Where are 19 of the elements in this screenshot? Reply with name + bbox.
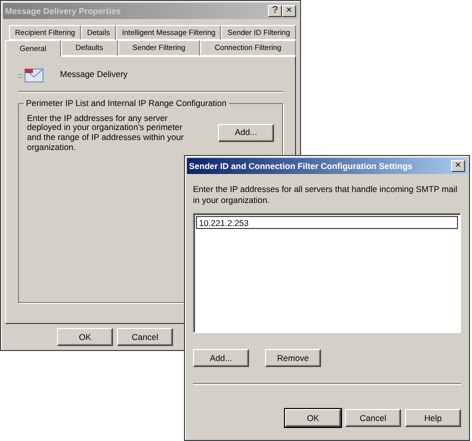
close-button[interactable]: × bbox=[282, 5, 296, 17]
list-entry-field[interactable]: 10.221.2.253 bbox=[196, 216, 458, 230]
dialog-button[interactable]: Help bbox=[405, 409, 461, 428]
window-title: Message Delivery Properties bbox=[5, 4, 121, 18]
window-title: Sender ID and Connection Filter Configuration Settings bbox=[189, 160, 412, 172]
group-description: Enter the IP addresses for any server deployed in your organization’s perimeter and the range of IP addresses within your organization. bbox=[27, 114, 185, 153]
add-button[interactable]: Add... bbox=[218, 124, 274, 142]
default-button[interactable]: OK bbox=[285, 409, 341, 428]
envelope-icon bbox=[18, 66, 44, 82]
section-title: Message Delivery bbox=[60, 68, 128, 81]
group-title: Perimeter IP List and Internal IP Range Configuration bbox=[24, 96, 228, 110]
list-button[interactable]: Remove bbox=[265, 349, 321, 368]
close-button[interactable]: × bbox=[451, 160, 465, 172]
list-button[interactable]: Add... bbox=[193, 349, 249, 368]
instruction-text: Enter the IP addresses for all servers that handle incoming SMTP mail in your organization. bbox=[193, 184, 458, 206]
help-button[interactable]: ? bbox=[268, 5, 282, 17]
dialog-button[interactable]: OK bbox=[57, 328, 113, 346]
dialog-button[interactable]: Cancel bbox=[117, 328, 173, 346]
dialog-button[interactable]: Cancel bbox=[345, 409, 401, 428]
